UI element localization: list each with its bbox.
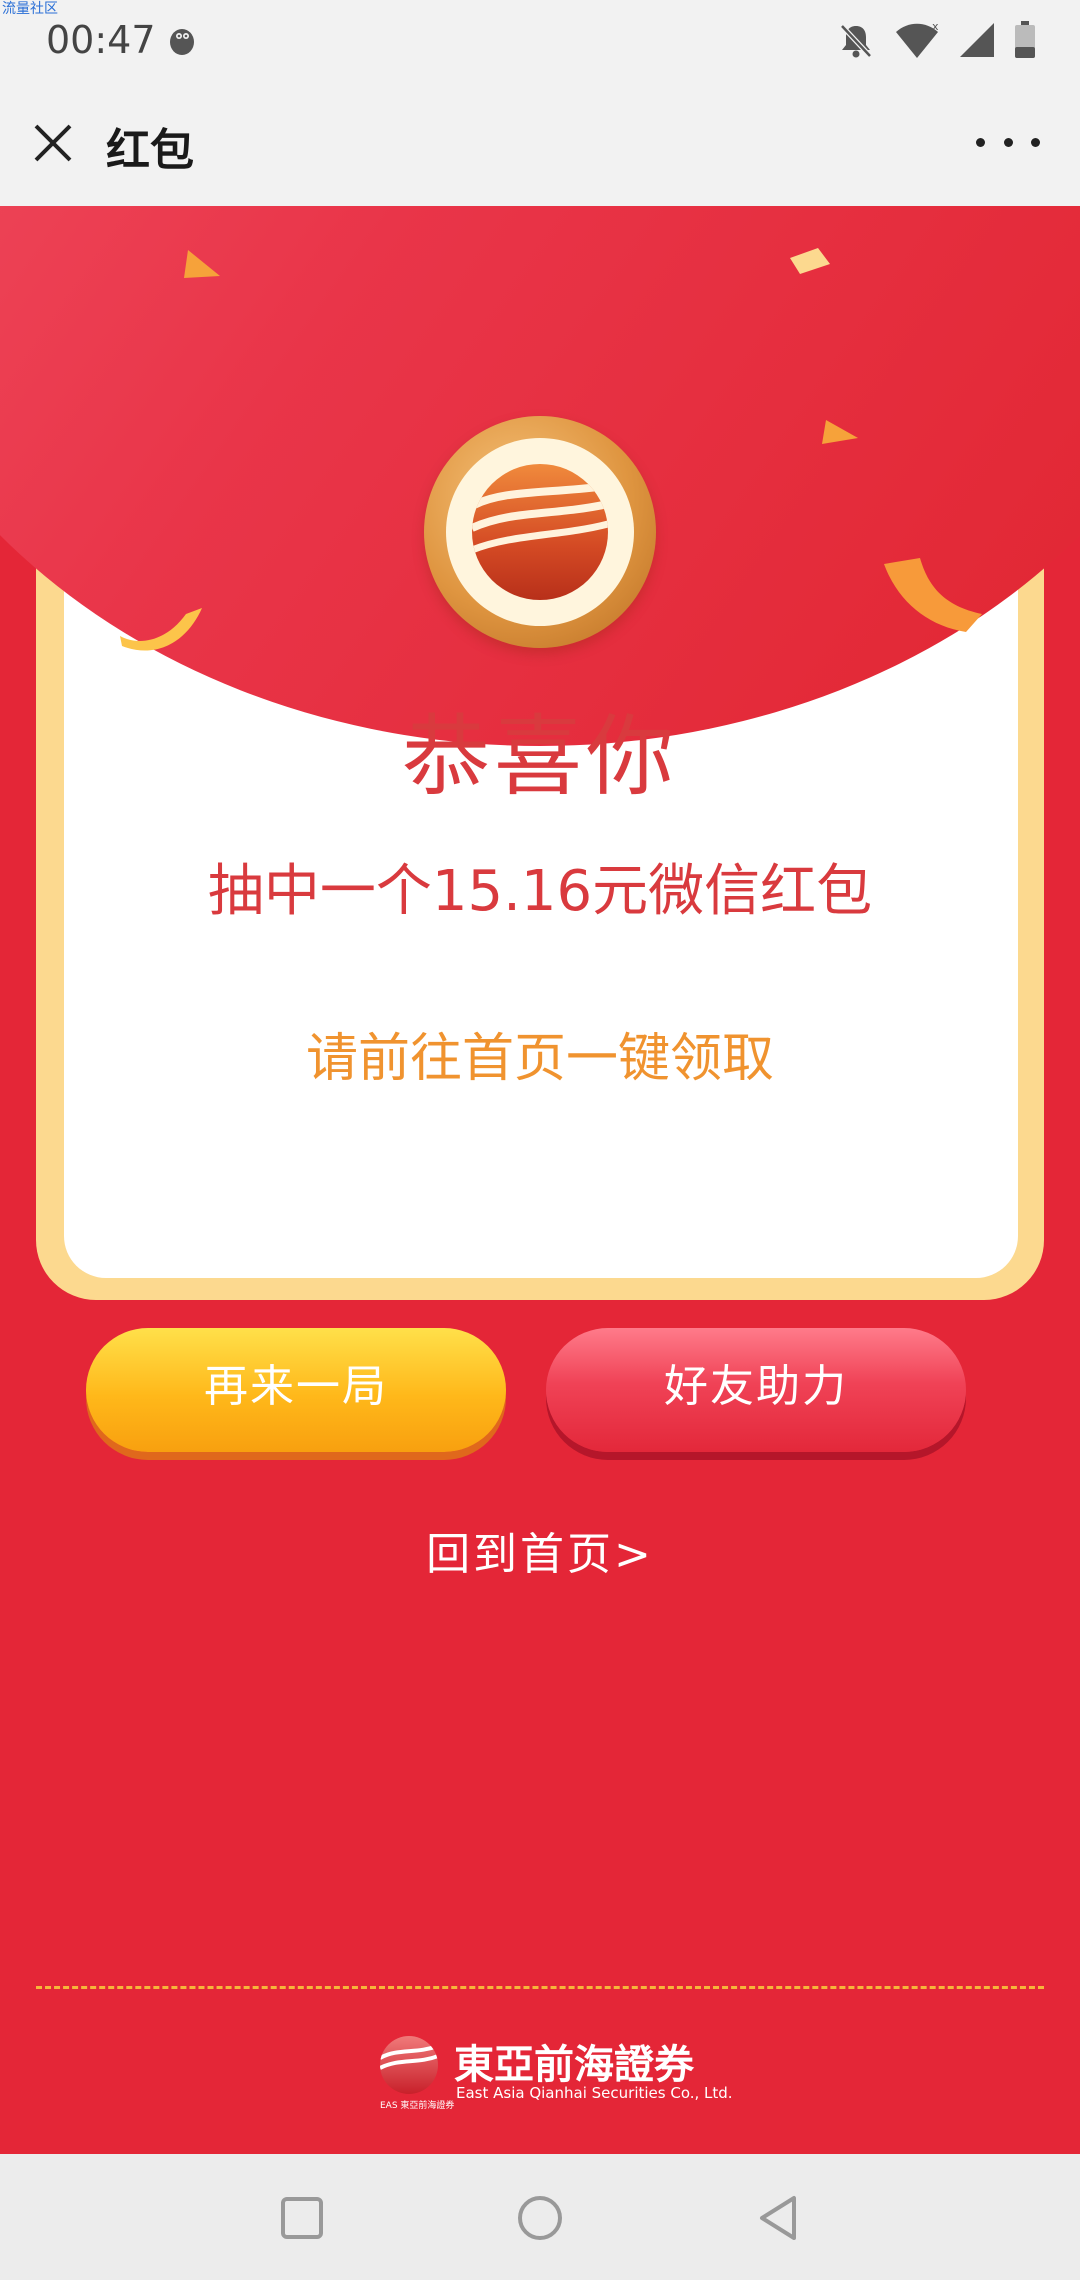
square-recent-icon[interactable] — [276, 2192, 328, 2244]
friend-help-button[interactable]: 好友助力 — [546, 1328, 966, 1452]
coin-logo — [424, 416, 656, 648]
wifi-icon: x — [896, 20, 939, 58]
signal-icon — [960, 23, 994, 57]
play-again-button[interactable]: 再来一局 — [86, 1328, 506, 1452]
more-icon[interactable] — [976, 120, 1040, 164]
status-icons: x — [836, 18, 1036, 62]
confetti-icon — [184, 250, 220, 278]
status-bar: 00:47 x — [0, 0, 1080, 80]
watermark: 流量社区 — [2, 1, 58, 17]
brand-footer: EAS 東亞前海證券 東亞前海證券 East Asia Qianhai Secu… — [380, 2036, 733, 2116]
brand-small-text: EAS 東亞前海證券 — [380, 2101, 455, 2111]
app-notification-icon — [170, 29, 194, 55]
circle-home-icon[interactable] — [514, 2192, 566, 2244]
svg-text:x: x — [932, 20, 939, 33]
prize-text: 抽中一个15.16元微信红包 — [207, 859, 873, 924]
brand-name-cn: 東亞前海證券 — [454, 2042, 694, 2088]
brand-logo-icon — [380, 2036, 438, 2094]
back-to-home-link[interactable]: 回到首页> — [0, 1518, 1080, 1582]
congrats-heading: 恭喜你 — [401, 705, 678, 808]
triangle-back-icon[interactable] — [752, 2192, 804, 2244]
red-packet-stage: 恭喜你 抽中一个15.16元微信红包 请前往首页一键领取 再来一局 好友助力 回… — [0, 206, 1080, 2154]
close-icon[interactable] — [28, 118, 78, 168]
system-nav-bar — [0, 2154, 1080, 2280]
nav-bar: 红包 — [0, 80, 1080, 206]
brand-name-en: East Asia Qianhai Securities Co., Ltd. — [456, 2084, 733, 2102]
confetti-icon — [822, 420, 858, 444]
confetti-icon — [790, 248, 830, 274]
page-title: 红包 — [106, 125, 194, 176]
divider — [36, 1986, 1044, 1989]
wave-logo-icon — [472, 482, 608, 554]
claim-instruction: 请前往首页一键领取 — [305, 1029, 774, 1089]
mute-bell-icon — [840, 24, 872, 58]
status-time: 00:47 — [46, 18, 156, 62]
confetti-icon — [884, 558, 982, 632]
confetti-icon — [120, 608, 202, 651]
battery-icon — [1015, 21, 1035, 58]
